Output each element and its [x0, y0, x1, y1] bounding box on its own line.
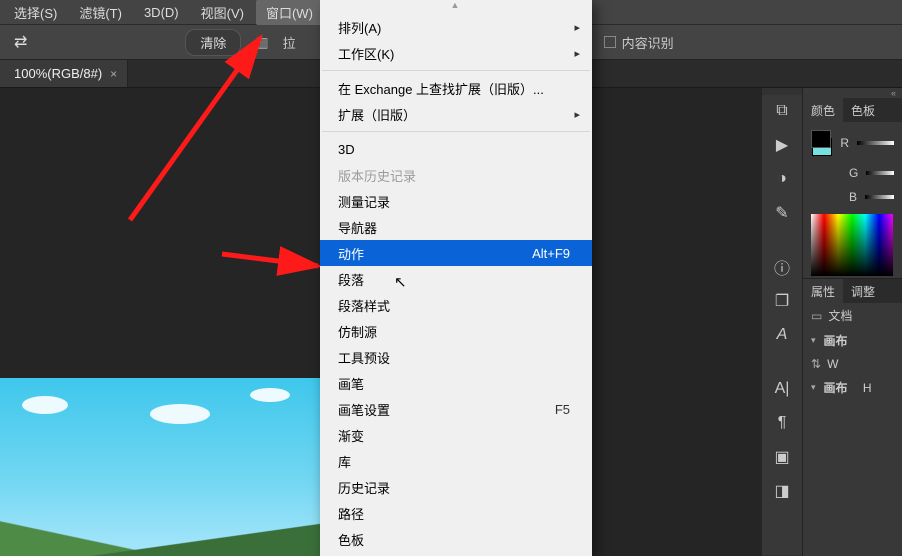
document-canvas[interactable] [0, 378, 320, 556]
history-panel-icon[interactable]: ⧉ [769, 101, 795, 121]
layers-panel-icon[interactable]: ▣ [769, 447, 795, 467]
prop-canvas-header[interactable]: ▾ 画布 [803, 328, 902, 353]
menu-item-extensions[interactable]: 扩展（旧版） [320, 101, 592, 127]
document-tab[interactable]: 100%(RGB/8#) × [0, 60, 128, 87]
tab-properties[interactable]: 属性 [803, 279, 843, 303]
menu-item-clone-source[interactable]: 仿制源 [320, 318, 592, 344]
image-content [250, 388, 290, 402]
menu-item-3d[interactable]: 3D [320, 136, 592, 162]
menu-item-tool-presets[interactable]: 工具预设 [320, 344, 592, 370]
tab-zoom-label: 100%(RGB/8#) [14, 66, 102, 81]
brush-panel-icon[interactable]: ✎ [769, 203, 795, 223]
menu-separator [322, 131, 590, 132]
tab-swatches[interactable]: 色板 [843, 98, 883, 122]
menu-item-actions[interactable]: 动作 Alt+F9 [320, 240, 592, 266]
menu-item-find-extensions[interactable]: 在 Exchange 上查找扩展（旧版）... [320, 75, 592, 101]
content-aware-checkbox[interactable]: 内容识别 [604, 33, 674, 52]
fg-color-chip[interactable] [811, 130, 831, 148]
content-aware-label: 内容识别 [622, 33, 674, 52]
prop-document: ▭ 文档 [803, 303, 902, 328]
actions-panel-icon[interactable]: ▶ [769, 135, 795, 155]
r-label: R [840, 136, 849, 150]
document-icon: ▭ [811, 309, 822, 323]
link-icon[interactable]: ⇅ [811, 357, 821, 371]
tab-adjustments[interactable]: 调整 [843, 279, 883, 303]
right-panels: « 颜色 色板 R G B 属性 调整 ▭ 文档 [802, 88, 902, 556]
menu-item-libraries[interactable]: 库 [320, 448, 592, 474]
menu-filter[interactable]: 滤镜(T) [69, 0, 132, 25]
menu-item-version-history: 版本历史记录 [320, 162, 592, 188]
paragraph-panel-icon[interactable]: ¶ [769, 413, 795, 433]
panel-icon-strip: ⧉ ▶ ◑ ✎ ⓘ ❐ A A| ¶ ▣ ◨ [762, 95, 802, 555]
menu-shortcut: Alt+F9 [532, 246, 570, 261]
menu-item-paragraph-styles[interactable]: 段落样式 [320, 292, 592, 318]
chevron-down-icon: ▾ [811, 335, 816, 346]
menu-select[interactable]: 选择(S) [4, 0, 67, 25]
align-panel-icon[interactable]: A| [769, 379, 795, 399]
checkbox-icon [604, 36, 616, 48]
menu-item-navigator[interactable]: 导航器 [320, 214, 592, 240]
menu-item-brush-settings[interactable]: 画笔设置 F5 [320, 396, 592, 422]
collapse-icon[interactable]: « [803, 88, 902, 98]
channels-panel-icon[interactable]: ◨ [769, 481, 795, 501]
menu-item-swatches[interactable]: 色板 [320, 526, 592, 552]
prop-width[interactable]: ⇅ W [803, 353, 902, 375]
spectrum-picker[interactable] [811, 214, 893, 276]
menu-3d[interactable]: 3D(D) [134, 2, 189, 23]
info-panel-icon[interactable]: ⓘ [769, 257, 795, 277]
menu-shortcut: F5 [555, 402, 570, 417]
g-label: G [849, 166, 858, 180]
b-label: B [849, 190, 857, 204]
swap-icon[interactable]: ⇄ [6, 32, 35, 52]
menu-item-paragraph[interactable]: 段落 [320, 266, 592, 292]
tab-color[interactable]: 颜色 [803, 98, 843, 122]
menu-grip-icon[interactable]: ▲ [320, 0, 592, 14]
color-panel: R G B [803, 122, 902, 212]
character-panel-icon[interactable]: A [769, 325, 795, 345]
menu-item-gradients[interactable]: 渐变 [320, 422, 592, 448]
menu-item-arrange[interactable]: 排列(A) [320, 14, 592, 40]
cursor-icon: ↖ [394, 273, 407, 291]
menu-item-measurement-log[interactable]: 测量记录 [320, 188, 592, 214]
menu-separator [322, 70, 590, 71]
annotation-arrow [218, 244, 328, 284]
properties-panel-tabs: 属性 调整 [803, 279, 902, 303]
color-panel-tabs: 颜色 色板 [803, 98, 902, 122]
clone-source-icon[interactable]: ❐ [769, 291, 795, 311]
adjustments-panel-icon[interactable]: ◑ [769, 169, 795, 189]
image-content [0, 502, 320, 556]
menu-item-paths[interactable]: 路径 [320, 500, 592, 526]
menu-view[interactable]: 视图(V) [191, 0, 254, 25]
menu-window[interactable]: 窗口(W) [256, 0, 323, 25]
b-slider[interactable] [865, 195, 894, 199]
menu-item-brush[interactable]: 画笔 [320, 370, 592, 396]
image-content [22, 396, 68, 414]
fg-bg-swatches[interactable] [811, 130, 832, 156]
g-slider[interactable] [866, 171, 894, 175]
r-slider[interactable] [857, 141, 894, 145]
prop-canvas-header-2[interactable]: ▾ 画布 H [803, 375, 902, 400]
window-menu-dropdown: ▲ 排列(A) 工作区(K) 在 Exchange 上查找扩展（旧版）... 扩… [320, 0, 592, 556]
annotation-arrow [110, 30, 290, 230]
chevron-down-icon: ▾ [811, 382, 816, 393]
image-content [150, 404, 210, 424]
menu-item-workspace[interactable]: 工作区(K) [320, 40, 592, 66]
menu-item-history[interactable]: 历史记录 [320, 474, 592, 500]
